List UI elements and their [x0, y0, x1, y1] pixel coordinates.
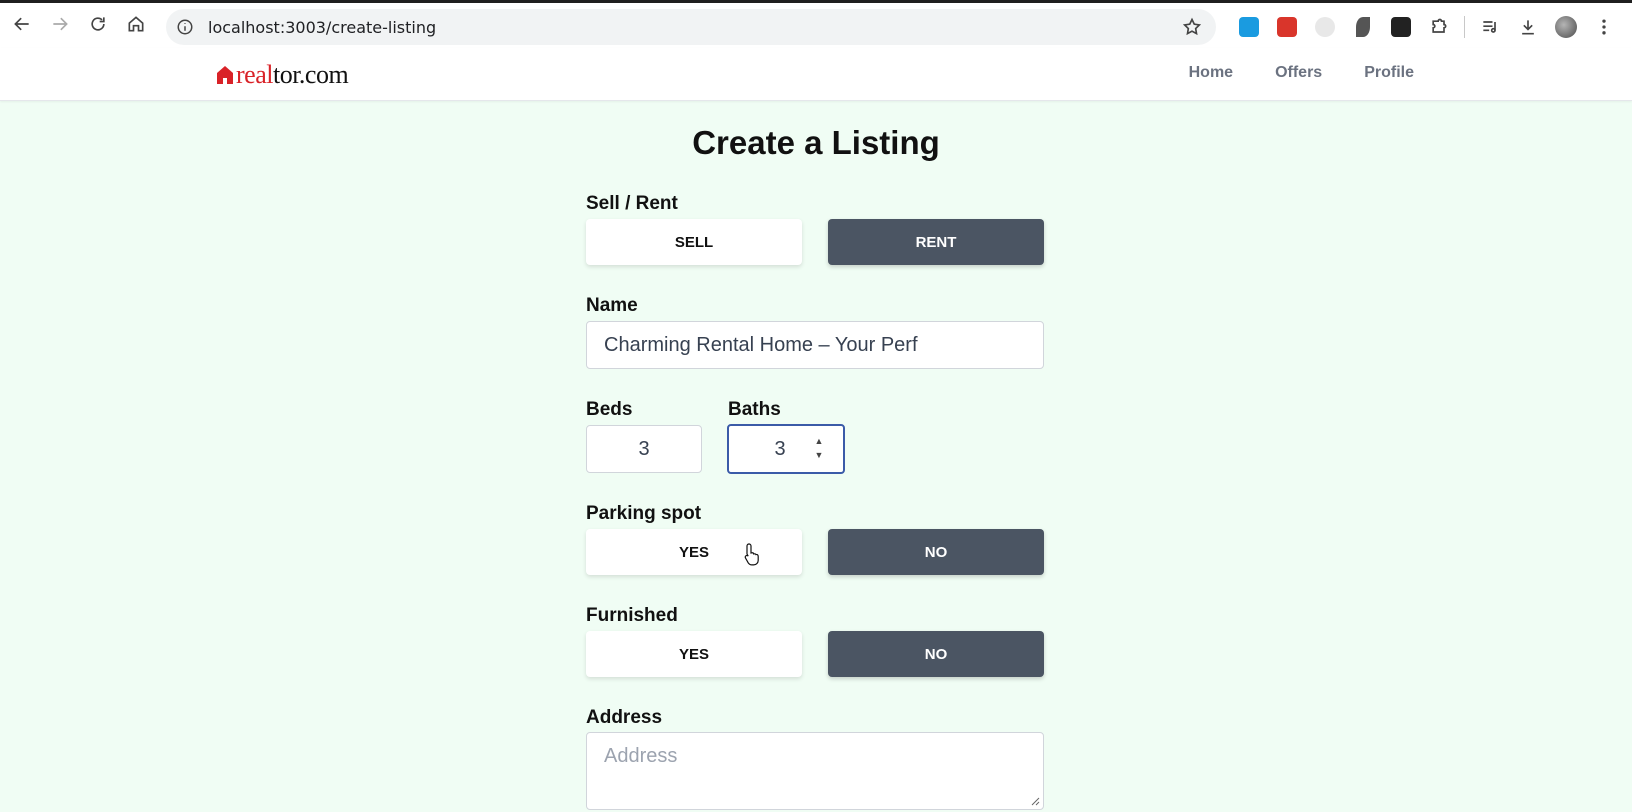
rent-button[interactable]: RENT — [828, 219, 1044, 265]
baths-spinner[interactable]: ▲ ▼ — [813, 435, 825, 461]
spinner-down-icon[interactable]: ▼ — [815, 449, 824, 461]
address-textarea[interactable]: Address — [586, 732, 1044, 810]
main-nav: Home Offers Profile — [1189, 64, 1414, 82]
page-title: Create a Listing — [692, 124, 940, 161]
baths-label: Baths — [728, 399, 781, 420]
forward-icon[interactable] — [41, 5, 79, 43]
address-placeholder: Address — [604, 745, 678, 767]
address-label: Address — [586, 707, 663, 728]
home-icon[interactable] — [117, 5, 155, 43]
download-icon[interactable] — [1509, 12, 1547, 42]
hand-cursor-icon — [744, 543, 759, 566]
spinner-up-icon[interactable]: ▲ — [815, 435, 824, 447]
nav-offers-link[interactable]: Offers — [1275, 64, 1322, 82]
nav-profile-link[interactable]: Profile — [1364, 64, 1414, 82]
name-input[interactable]: Charming Rental Home – Your Perf — [586, 321, 1044, 369]
toolbar-separator — [1464, 16, 1465, 38]
furnished-label: Furnished — [586, 605, 678, 626]
address-bar[interactable]: localhost:3003/create-listing — [166, 9, 1216, 45]
profile-avatar[interactable] — [1547, 12, 1585, 42]
furnished-no-button[interactable]: NO — [828, 631, 1044, 677]
reload-icon[interactable] — [79, 5, 117, 43]
extensions-area — [1230, 12, 1623, 42]
browser-toolbar: localhost:3003/create-listing — [0, 0, 1632, 48]
parking-label: Parking spot — [586, 503, 702, 524]
sell-rent-label: Sell / Rent — [586, 193, 678, 214]
site-info-icon[interactable] — [176, 18, 194, 36]
extension-leaf-icon[interactable] — [1344, 12, 1382, 42]
nav-home-link[interactable]: Home — [1189, 64, 1233, 82]
resize-handle-icon[interactable] — [1030, 796, 1040, 806]
extension-red-icon[interactable] — [1268, 12, 1306, 42]
bookmark-star-icon[interactable] — [1182, 17, 1202, 37]
back-icon[interactable] — [3, 5, 41, 43]
parking-no-button[interactable]: NO — [828, 529, 1044, 575]
house-logo-icon — [217, 66, 233, 84]
furnished-yes-button[interactable]: YES — [586, 631, 802, 677]
extension-grey-icon[interactable] — [1306, 12, 1344, 42]
extensions-puzzle-icon[interactable] — [1420, 12, 1458, 42]
media-control-icon[interactable] — [1471, 12, 1509, 42]
logo-text: realtor.com — [236, 60, 349, 89]
sell-button[interactable]: SELL — [586, 219, 802, 265]
extension-function-icon[interactable] — [1382, 12, 1420, 42]
parking-yes-button[interactable]: YES — [586, 529, 802, 575]
beds-value: 3 — [638, 437, 650, 460]
baths-input[interactable]: 3 ▲ ▼ — [727, 424, 845, 474]
name-label: Name — [586, 295, 638, 316]
extension-blue-icon[interactable] — [1230, 12, 1268, 42]
baths-value: 3 — [774, 437, 786, 460]
browser-menu-icon[interactable] — [1585, 12, 1623, 42]
site-header: realtor.com Home Offers Profile — [0, 48, 1632, 101]
url-text: localhost:3003/create-listing — [208, 17, 437, 37]
beds-label: Beds — [586, 399, 633, 420]
realtor-logo[interactable]: realtor.com — [216, 60, 349, 90]
beds-input[interactable]: 3 — [586, 425, 702, 473]
